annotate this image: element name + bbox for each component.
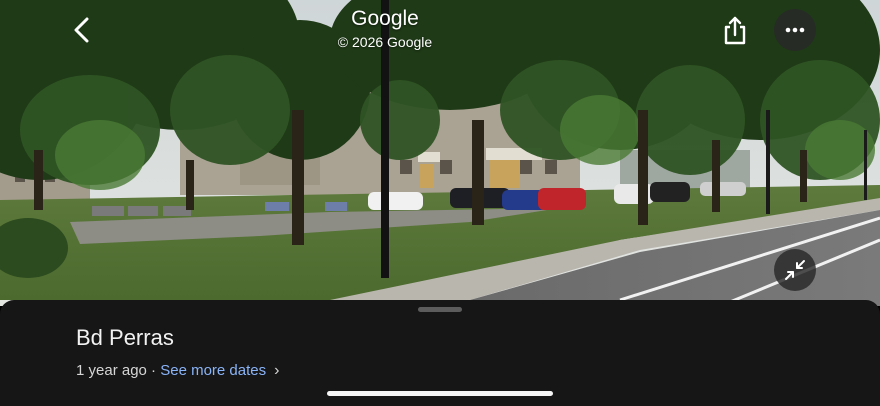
chevron-left-icon — [74, 17, 89, 43]
back-button[interactable] — [64, 12, 100, 48]
place-info-sheet[interactable]: Bd Perras 1 year ago · See more dates › — [0, 300, 880, 406]
chevron-right-icon[interactable]: › — [274, 362, 279, 379]
share-button[interactable] — [713, 9, 757, 53]
more-options-button[interactable] — [774, 9, 816, 51]
collapse-view-button[interactable] — [774, 249, 816, 291]
sheet-drag-handle[interactable] — [418, 307, 462, 312]
more-horizontal-icon — [785, 27, 805, 33]
collapse-arrows-icon — [785, 260, 805, 280]
see-more-dates-link[interactable]: See more dates — [160, 362, 266, 379]
street-view-screen: Google © 2026 Google Bd Perras 1 year ag… — [0, 0, 880, 406]
share-icon — [724, 16, 746, 45]
imagery-date-row: 1 year ago · See more dates › — [76, 361, 279, 381]
separator-dot: · — [146, 362, 161, 379]
copyright-text: © 2026 Google — [337, 34, 433, 50]
google-logo-text: Google — [351, 7, 419, 30]
place-name: Bd Perras — [76, 325, 174, 350]
home-indicator[interactable] — [327, 391, 553, 396]
imagery-age: 1 year ago — [76, 362, 147, 379]
google-attribution: Google © 2026 Google — [300, 6, 470, 51]
